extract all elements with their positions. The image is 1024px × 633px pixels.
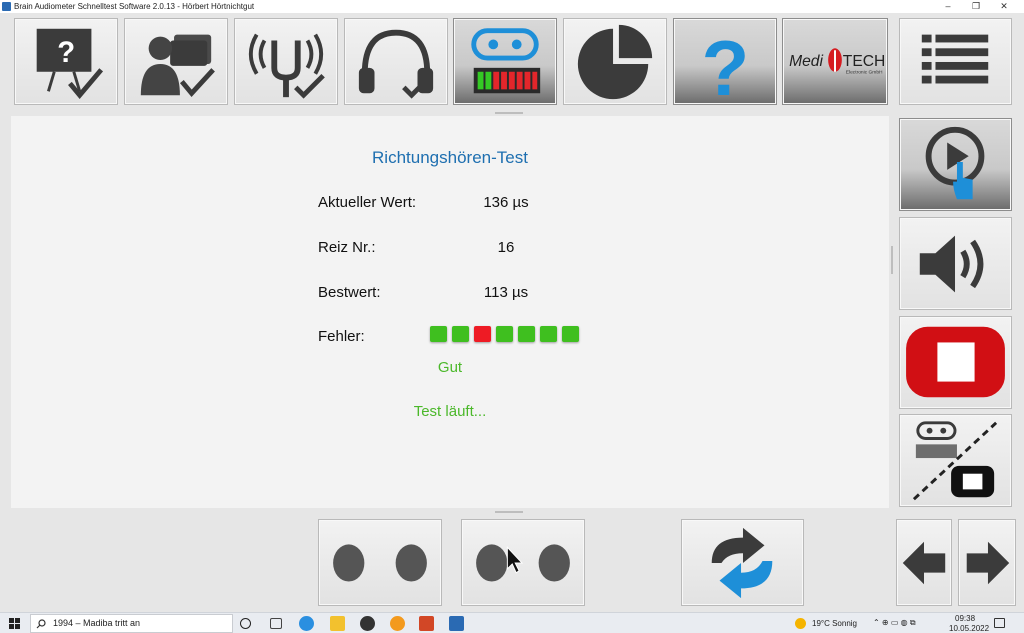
presentation-help-button[interactable]: ? — [14, 18, 118, 105]
play-touch-icon — [925, 126, 985, 200]
app-orange-icon[interactable] — [390, 616, 405, 631]
previous-button[interactable] — [896, 519, 952, 606]
pie-chart-icon — [577, 24, 653, 100]
weather-text[interactable]: 19°C Sonnig — [812, 619, 857, 628]
powerpoint-icon[interactable] — [419, 616, 434, 631]
windows-start-icon[interactable] — [9, 618, 20, 629]
widgets-icon[interactable] — [270, 618, 282, 629]
direction-test-button[interactable] — [453, 18, 557, 105]
error-box-ok — [518, 326, 535, 342]
test-title: Richtungshören-Test — [372, 148, 528, 167]
ears-icon — [333, 544, 427, 582]
stop-icon — [906, 326, 1005, 398]
error-box-ok — [452, 326, 469, 342]
windows-taskbar: 1994 – Madiba tritt an 19°C Sonnig ⌃ ⊕ ▭… — [0, 612, 1024, 633]
speaker-icon — [919, 235, 984, 293]
meditech-logo: Medi TECH Electronic GmbH — [789, 48, 886, 76]
svg-text:?: ? — [702, 24, 750, 104]
app-icon — [2, 2, 11, 11]
current-value: 136 µs — [483, 194, 529, 211]
stimulus-value: 16 — [497, 239, 515, 256]
repeat-button[interactable] — [681, 519, 804, 606]
edge-icon[interactable] — [299, 616, 314, 631]
ears-icon-2 — [476, 544, 570, 582]
errors-label: Fehler: — [318, 328, 365, 345]
error-box-ok — [562, 326, 579, 342]
best-value-label: Bestwert: — [318, 284, 381, 301]
title-bar: Brain Audiometer Schnelltest Software 2.… — [0, 0, 1024, 13]
best-value: 113 µs — [483, 284, 529, 301]
error-box-ok — [540, 326, 557, 342]
meditech-logo-button[interactable]: Medi TECH Electronic GmbH — [782, 18, 888, 105]
search-text: 1994 – Madiba tritt an — [53, 618, 141, 628]
headphones-icon — [358, 29, 434, 99]
clock-time[interactable]: 09:38 — [955, 614, 975, 623]
ears-selection-button[interactable] — [461, 519, 585, 606]
help-button[interactable]: ? — [673, 18, 777, 105]
current-value-label: Aktueller Wert: — [318, 194, 417, 211]
notification-icon[interactable] — [994, 618, 1005, 628]
side-splitter[interactable] — [891, 246, 893, 274]
dell-icon[interactable] — [360, 616, 375, 631]
clock-date[interactable]: 10.05.2022 — [949, 624, 989, 633]
error-box-bad — [474, 326, 491, 342]
patient-icon — [140, 34, 215, 97]
audiometer-taskbar-icon[interactable] — [449, 616, 464, 631]
file-explorer-icon[interactable] — [330, 616, 345, 631]
headphones-button[interactable] — [344, 18, 448, 105]
svg-text:Electronic GmbH: Electronic GmbH — [846, 70, 883, 76]
patient-button[interactable] — [124, 18, 228, 105]
main-panel — [11, 116, 889, 508]
direction-test-icon — [471, 28, 541, 94]
both-ears-button[interactable] — [318, 519, 442, 606]
window-title: Brain Audiometer Schnelltest Software 2.… — [14, 2, 255, 11]
arrow-left-icon — [902, 541, 946, 585]
presentation-help-icon: ? — [36, 28, 104, 100]
taskbar-search[interactable]: 1994 – Madiba tritt an — [30, 614, 233, 633]
rating-text: Gut — [437, 359, 463, 376]
volume-button[interactable] — [899, 217, 1012, 310]
minimize-button[interactable]: – — [934, 0, 962, 13]
statistics-button[interactable] — [563, 18, 667, 105]
stimulus-label: Reiz Nr.: — [318, 239, 376, 256]
menu-button[interactable] — [899, 18, 1012, 105]
direction-test-off-icon — [912, 421, 998, 501]
next-button[interactable] — [958, 519, 1016, 606]
refresh-icon — [711, 527, 773, 599]
tray-icons[interactable]: ⌃ ⊕ ▭ ◍ ⧉ — [873, 618, 916, 628]
close-button[interactable]: ✕ — [990, 0, 1018, 13]
menu-list-icon — [921, 34, 989, 84]
svg-text:?: ? — [57, 36, 75, 69]
tuning-fork-icon — [248, 33, 325, 99]
tuning-fork-button[interactable] — [234, 18, 338, 105]
svg-text:Medi: Medi — [789, 53, 823, 70]
play-button[interactable] — [899, 118, 1012, 211]
top-splitter[interactable] — [495, 112, 523, 114]
stop-button[interactable] — [899, 316, 1012, 409]
weather-sun-icon[interactable] — [795, 618, 806, 629]
bottom-splitter[interactable] — [495, 511, 523, 513]
error-box-ok — [496, 326, 513, 342]
task-view-icon[interactable] — [240, 618, 251, 629]
arrow-right-icon — [966, 541, 1010, 585]
disable-direction-test-button[interactable] — [899, 414, 1012, 507]
svg-text:TECH: TECH — [843, 53, 886, 70]
search-icon — [36, 619, 46, 629]
question-mark-icon: ? — [702, 24, 750, 104]
maximize-button[interactable]: ❐ — [962, 0, 990, 13]
error-box-ok — [430, 326, 447, 342]
status-text: Test läuft... — [413, 403, 487, 420]
